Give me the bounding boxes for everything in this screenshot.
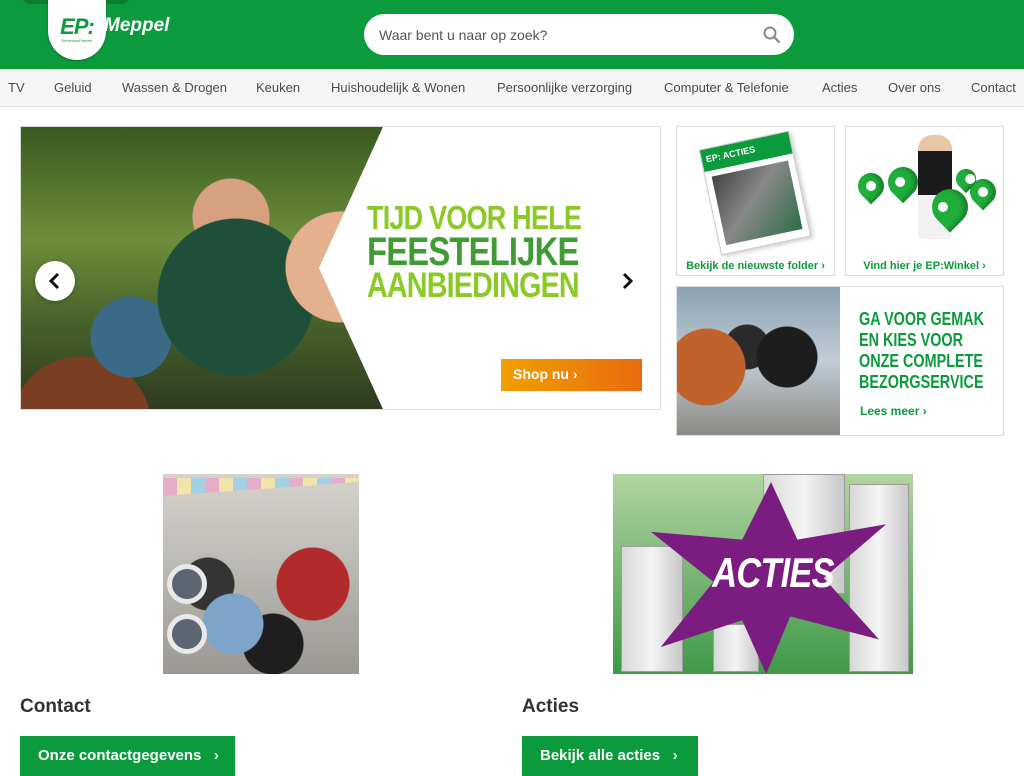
nav-item-over-ons[interactable]: Over ons bbox=[888, 80, 941, 95]
delivery-read-more-link[interactable]: Lees meer › bbox=[860, 404, 927, 418]
shop-now-button[interactable]: Shop nu › bbox=[501, 359, 642, 391]
delivery-line-2: EN KIES VOOR bbox=[859, 330, 964, 350]
carousel-prev-button[interactable] bbox=[35, 261, 75, 301]
chevron-right-icon: › bbox=[922, 404, 927, 418]
nav-item-geluid[interactable]: Geluid bbox=[54, 80, 92, 95]
hero-line-3: AANBIEDINGEN bbox=[367, 266, 580, 305]
chevron-left-icon bbox=[48, 272, 60, 290]
search-input[interactable] bbox=[379, 23, 749, 46]
nav-item-huishoudelijk-wonen[interactable]: Huishoudelijk & Wonen bbox=[331, 80, 465, 95]
ep-logo[interactable]: EP: ElectronicPartner bbox=[48, 0, 106, 60]
bunting-decoration bbox=[163, 478, 359, 496]
delivery-line-3: ONZE COMPLETE bbox=[859, 351, 984, 371]
all-acties-label: Bekijk alle acties bbox=[540, 747, 661, 764]
fridge-image bbox=[849, 484, 909, 672]
store-locator-tile[interactable]: Vind hier je EP:Winkel › bbox=[845, 126, 1004, 276]
nav-item-wassen-drogen[interactable]: Wassen & Drogen bbox=[122, 80, 227, 95]
folder-caption: Bekijk de nieuwste folder bbox=[686, 260, 819, 272]
delivery-link-label: Lees meer bbox=[860, 404, 920, 418]
delivery-service-tile[interactable]: GA VOOR GEMAK EN KIES VOOR ONZE COMPLETE… bbox=[676, 286, 1004, 436]
hero-headline: TIJD VOOR HELE FEESTELIJKE AANBIEDINGEN bbox=[367, 201, 582, 305]
delivery-line-1: GA VOOR GEMAK bbox=[859, 309, 985, 329]
folder-image: EP: ACTIES bbox=[698, 130, 812, 256]
contact-details-button[interactable]: Onze contactgegevens › bbox=[20, 736, 235, 776]
nav-item-tv[interactable]: TV bbox=[8, 80, 25, 95]
shop-now-label: Shop nu bbox=[513, 366, 569, 382]
store-caption: Vind hier je EP:Winkel bbox=[863, 260, 980, 272]
store-name: Meppel bbox=[104, 15, 170, 36]
acties-image-text: ACTIES bbox=[712, 549, 834, 596]
folder-products bbox=[711, 160, 803, 246]
search-icon[interactable] bbox=[762, 25, 782, 45]
contact-team-photo[interactable] bbox=[163, 474, 359, 674]
logo-subtext: ElectronicPartner bbox=[61, 38, 93, 43]
contact-title: Contact bbox=[20, 696, 91, 717]
logo-text: EP: bbox=[60, 14, 95, 39]
nav-item-keuken[interactable]: Keuken bbox=[256, 80, 300, 95]
washing-machine-door bbox=[167, 614, 207, 654]
chevron-right-icon: › bbox=[572, 366, 578, 382]
chevron-right-icon: › bbox=[664, 747, 678, 764]
chevron-right-icon: › bbox=[821, 260, 825, 272]
washing-machine-door bbox=[167, 564, 207, 604]
nav-item-persoonlijke-verzorging[interactable]: Persoonlijke verzorging bbox=[497, 80, 632, 95]
nav-item-computer-telefonie[interactable]: Computer & Telefonie bbox=[664, 80, 789, 95]
delivery-line-4: BEZORGSERVICE bbox=[859, 372, 984, 392]
folder-link[interactable]: Bekijk de nieuwste folder › bbox=[677, 260, 834, 272]
hero-carousel[interactable]: TIJD VOOR HELE FEESTELIJKE AANBIEDINGEN … bbox=[20, 126, 661, 410]
store-locator-link[interactable]: Vind hier je EP:Winkel › bbox=[846, 260, 1003, 272]
delivery-photo bbox=[677, 287, 840, 435]
nav-item-contact[interactable]: Contact bbox=[971, 80, 1016, 95]
delivery-headline: GA VOOR GEMAK EN KIES VOOR ONZE COMPLETE… bbox=[859, 309, 985, 393]
hero-line-2: FEESTELIJKE bbox=[367, 230, 579, 274]
nav-item-acties[interactable]: Acties bbox=[822, 80, 857, 95]
acties-promo-image[interactable]: ACTIES bbox=[613, 474, 913, 674]
search-bar bbox=[364, 14, 794, 55]
washing-machine-image bbox=[621, 546, 683, 672]
location-pin-icon bbox=[852, 167, 890, 205]
chevron-right-icon: › bbox=[205, 747, 219, 764]
site-header: EP: ElectronicPartner Meppel bbox=[0, 0, 1024, 69]
contact-details-label: Onze contactgegevens bbox=[38, 747, 202, 764]
main-nav: TV Geluid Wassen & Drogen Keuken Huishou… bbox=[0, 69, 1024, 107]
chevron-right-icon: › bbox=[982, 260, 986, 272]
chevron-right-icon bbox=[622, 272, 634, 290]
all-acties-button[interactable]: Bekijk alle acties › bbox=[522, 736, 698, 776]
acties-title: Acties bbox=[522, 696, 580, 717]
folder-tile[interactable]: EP: ACTIES Bekijk de nieuwste folder › bbox=[676, 126, 835, 276]
carousel-next-button[interactable] bbox=[607, 261, 647, 301]
